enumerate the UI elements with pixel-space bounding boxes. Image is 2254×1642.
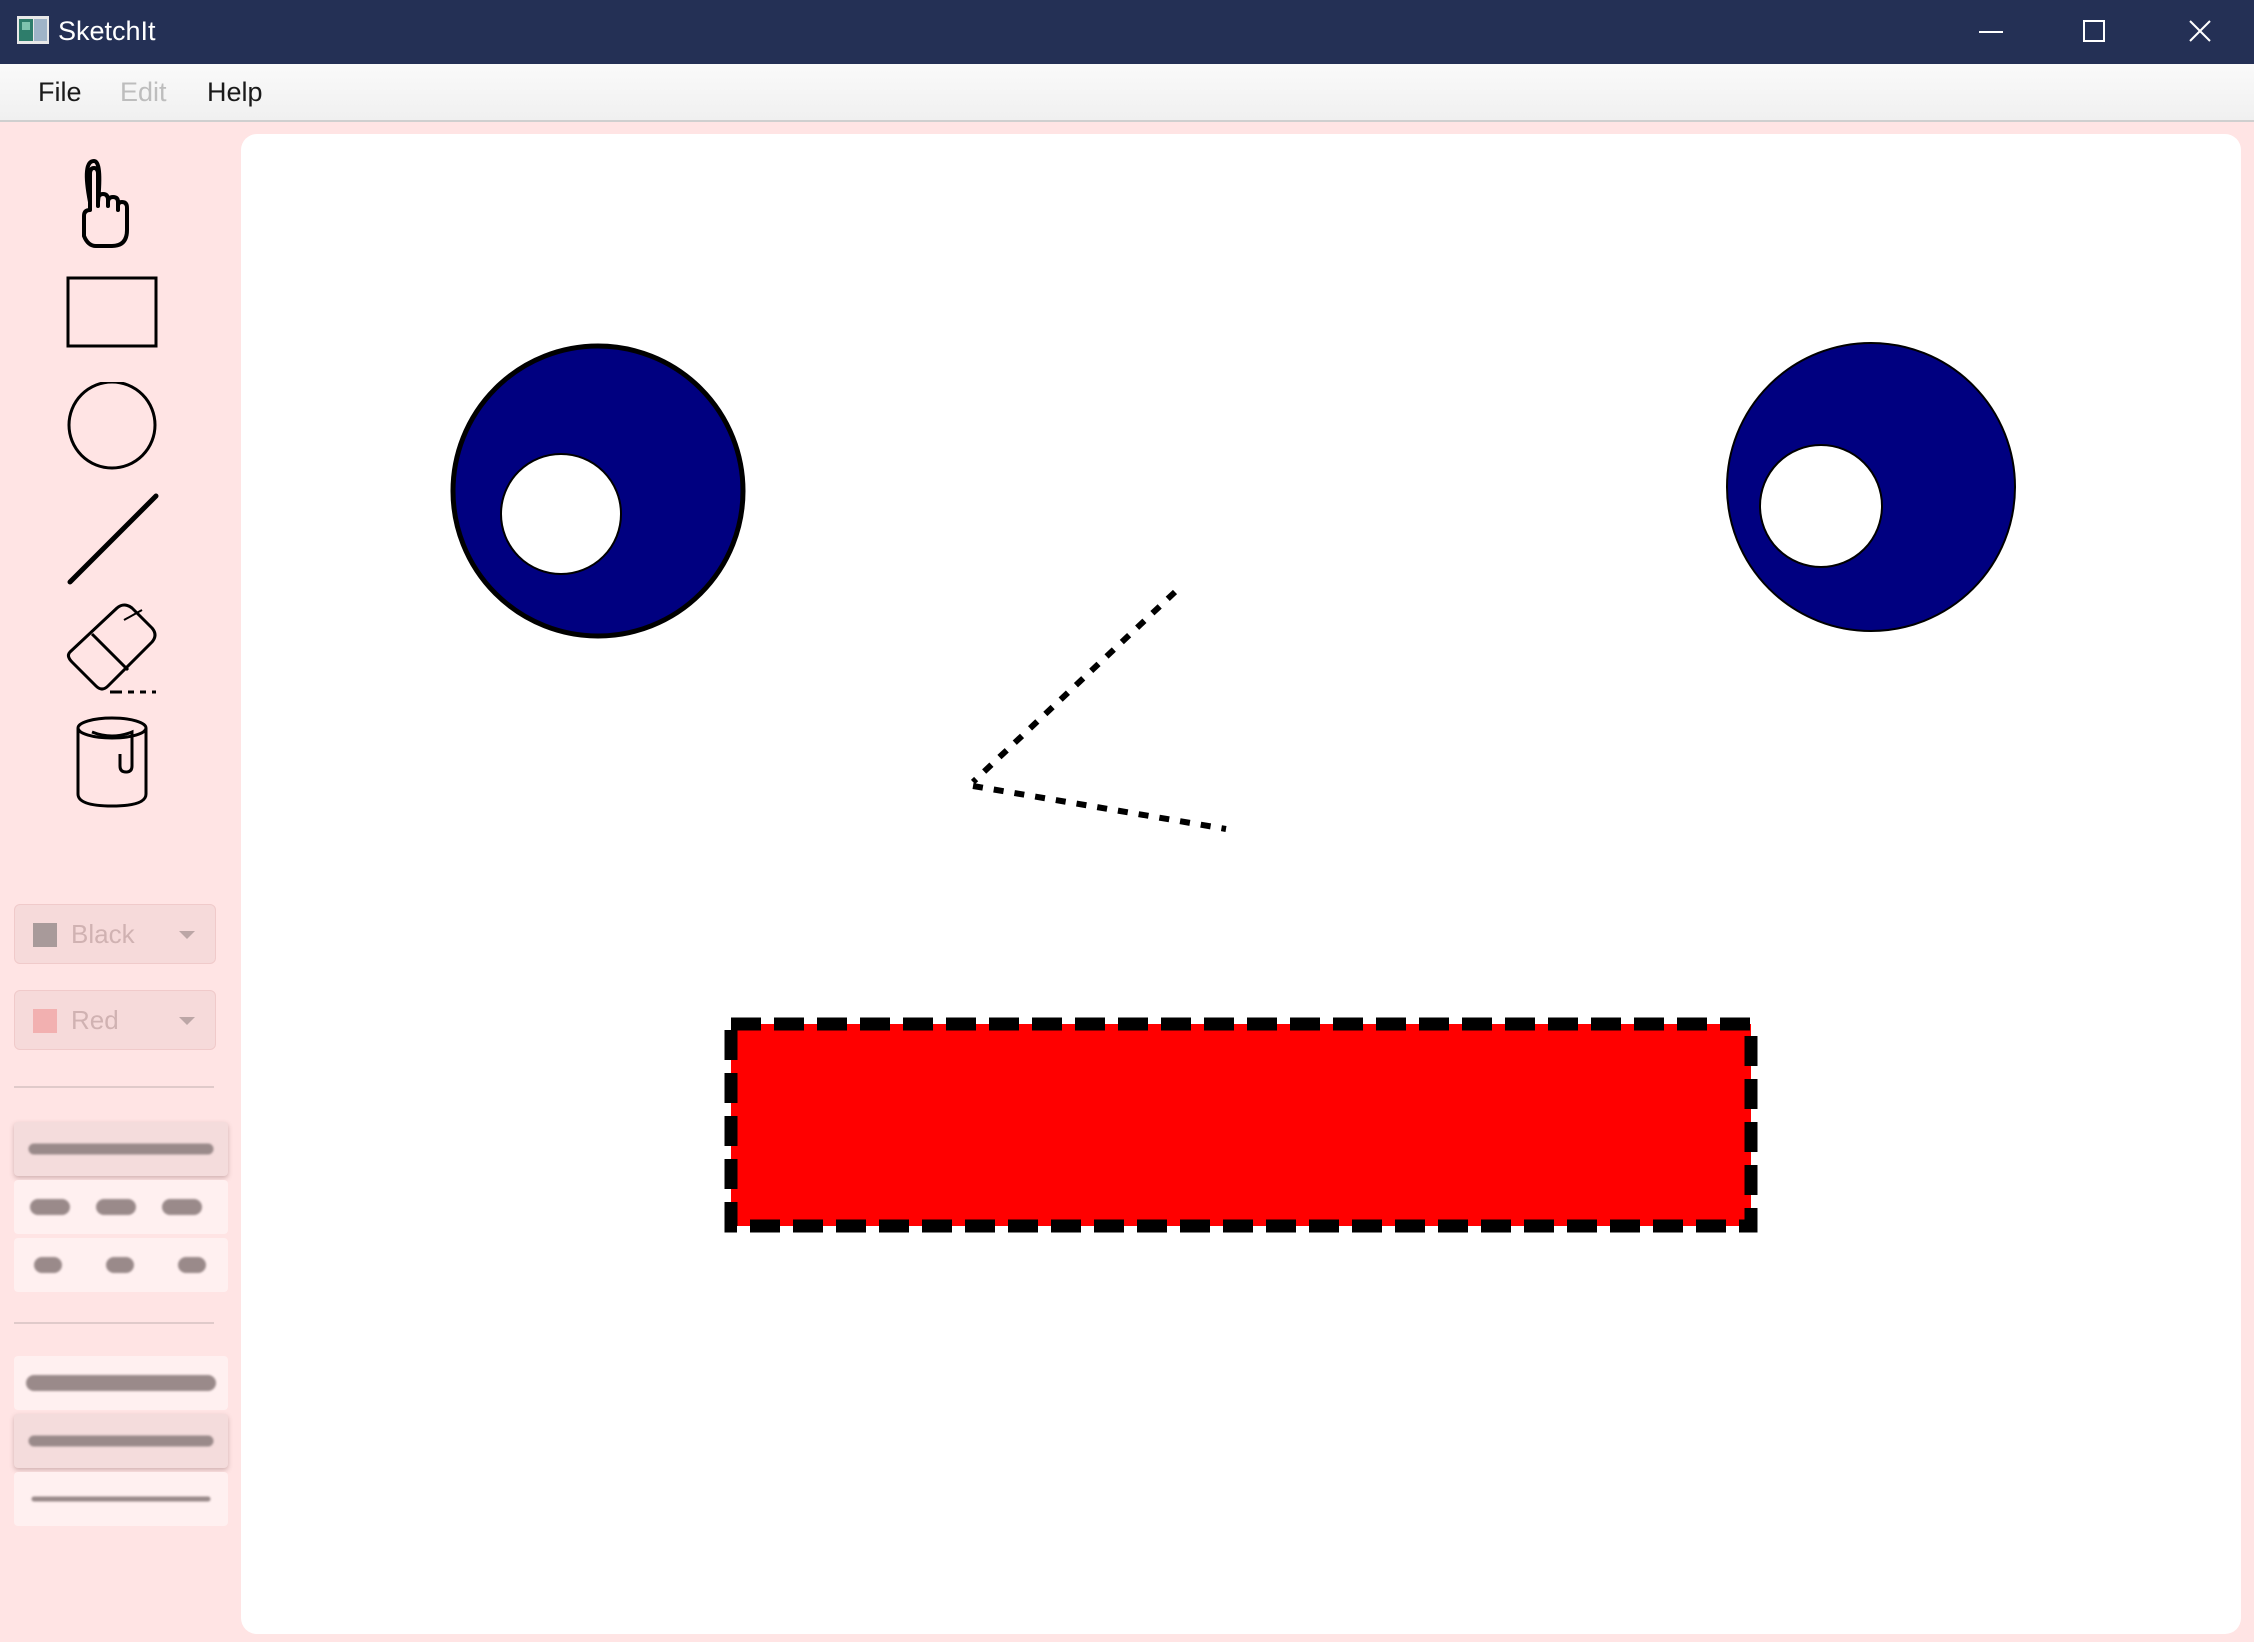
dotted-line-icon bbox=[34, 1257, 216, 1273]
line-tool-button[interactable] bbox=[62, 492, 162, 592]
menu-bar: File Edit Help bbox=[0, 64, 2254, 122]
line-width-thick[interactable] bbox=[14, 1356, 228, 1410]
solid-line-icon bbox=[28, 1143, 214, 1155]
mouth-rectangle-shape[interactable] bbox=[724, 1017, 1758, 1233]
stroke-color-label: Black bbox=[71, 919, 135, 949]
drawing-canvas[interactable] bbox=[241, 134, 2241, 1634]
maximize-button[interactable] bbox=[2044, 0, 2148, 64]
tool-sidebar: Black Red bbox=[0, 122, 240, 1642]
ellipse-tool-button[interactable] bbox=[62, 382, 162, 482]
fill-tool-button[interactable] bbox=[62, 714, 162, 814]
fill-color-dropdown[interactable]: Red bbox=[14, 990, 216, 1050]
line-style-dashed[interactable] bbox=[14, 1180, 228, 1234]
minimize-icon bbox=[1979, 31, 2003, 33]
pointer-hand-icon bbox=[82, 158, 129, 248]
nose-line-upper[interactable] bbox=[970, 589, 1178, 785]
fill-color-label: Red bbox=[71, 1005, 119, 1035]
paint-bucket-icon bbox=[76, 716, 148, 808]
line-icon bbox=[67, 493, 159, 585]
right-pupil-shape[interactable] bbox=[1759, 444, 1883, 568]
chevron-down-icon bbox=[179, 931, 195, 939]
line-style-dotted[interactable] bbox=[14, 1238, 228, 1292]
ellipse-icon bbox=[67, 382, 157, 470]
thin-line-icon bbox=[31, 1496, 211, 1502]
stroke-color-dropdown[interactable]: Black bbox=[14, 904, 216, 964]
divider bbox=[14, 1322, 214, 1324]
nose-line-lower[interactable] bbox=[972, 783, 1227, 832]
chevron-down-icon bbox=[179, 1017, 195, 1025]
menu-help[interactable]: Help bbox=[207, 77, 263, 107]
medium-line-icon bbox=[28, 1435, 214, 1447]
rectangle-icon bbox=[66, 276, 158, 348]
eraser-tool-button[interactable] bbox=[62, 602, 162, 702]
rectangle-tool-button[interactable] bbox=[62, 272, 162, 372]
eraser-icon bbox=[66, 603, 157, 694]
fill-color-swatch bbox=[33, 1009, 57, 1033]
left-pupil-shape[interactable] bbox=[500, 453, 622, 575]
close-button[interactable] bbox=[2150, 0, 2254, 64]
dashed-line-icon bbox=[30, 1199, 216, 1215]
line-width-medium[interactable] bbox=[14, 1414, 228, 1468]
canvas-drawing bbox=[450, 342, 2016, 1233]
line-width-thin[interactable] bbox=[14, 1472, 228, 1526]
close-icon bbox=[2189, 20, 2211, 42]
minimize-button[interactable] bbox=[1940, 0, 2044, 64]
divider bbox=[14, 1086, 214, 1088]
app-icon bbox=[17, 16, 49, 44]
title-bar: SketchIt bbox=[0, 0, 2254, 64]
maximize-icon bbox=[2083, 20, 2105, 42]
stroke-color-swatch bbox=[33, 923, 57, 947]
thick-line-icon bbox=[26, 1375, 216, 1391]
line-style-solid[interactable] bbox=[14, 1122, 228, 1176]
pointer-tool-button[interactable] bbox=[62, 154, 162, 254]
menu-edit[interactable]: Edit bbox=[120, 77, 167, 107]
window-title: SketchIt bbox=[58, 16, 156, 46]
menu-file[interactable]: File bbox=[38, 77, 82, 107]
